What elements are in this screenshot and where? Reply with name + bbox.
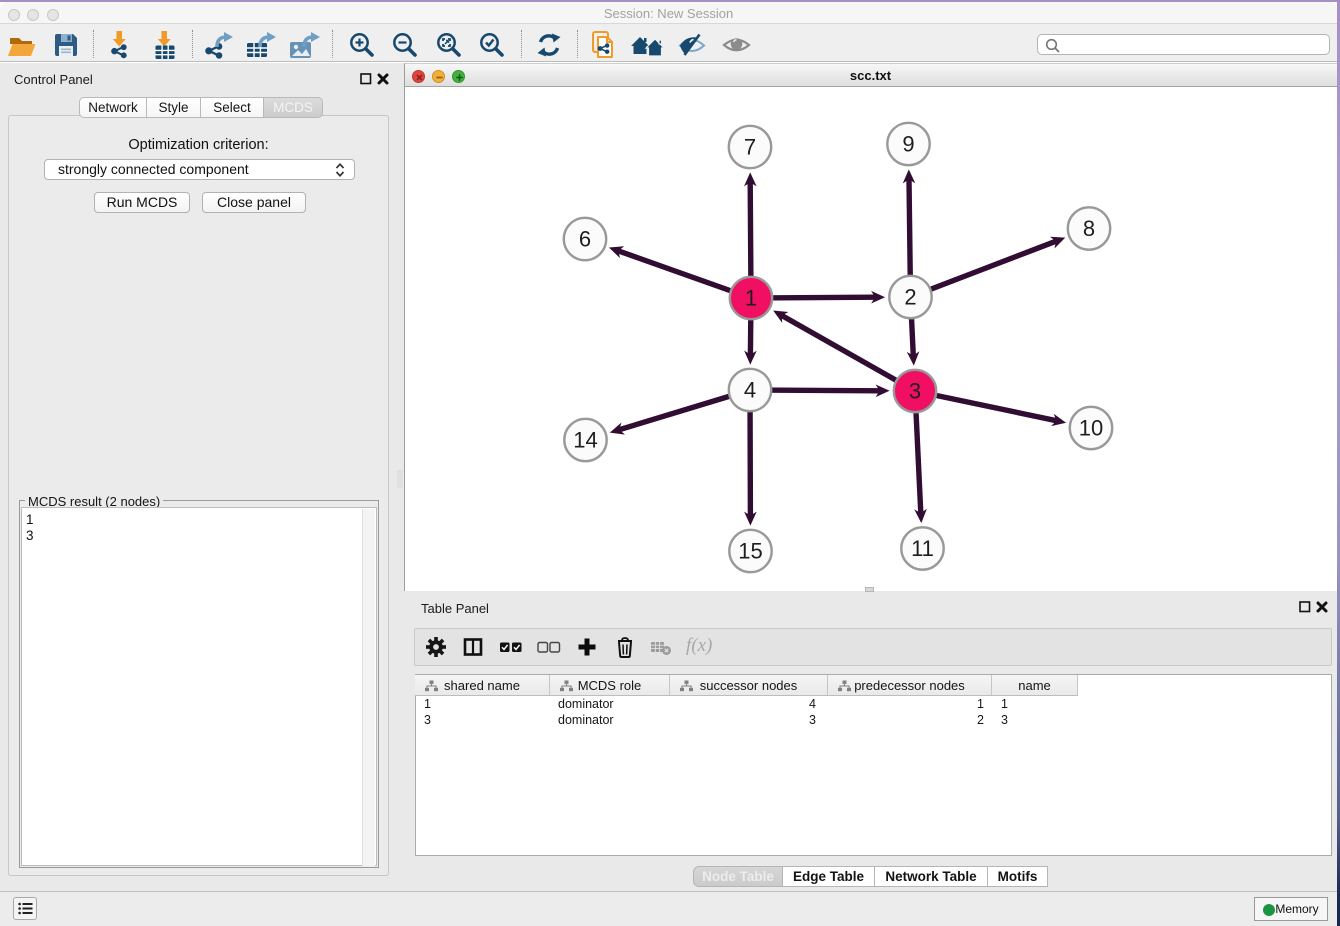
svg-text:2: 2 [904,285,916,310]
svg-text:8: 8 [1083,216,1095,241]
svg-text:6: 6 [579,227,591,252]
svg-text:14: 14 [573,428,597,453]
svg-text:7: 7 [744,135,756,160]
svg-text:15: 15 [738,539,762,564]
svg-text:11: 11 [911,536,934,561]
svg-text:9: 9 [902,132,914,157]
svg-text:10: 10 [1079,416,1103,441]
svg-text:3: 3 [909,379,921,404]
svg-text:1: 1 [745,286,757,311]
svg-text:4: 4 [744,378,756,403]
